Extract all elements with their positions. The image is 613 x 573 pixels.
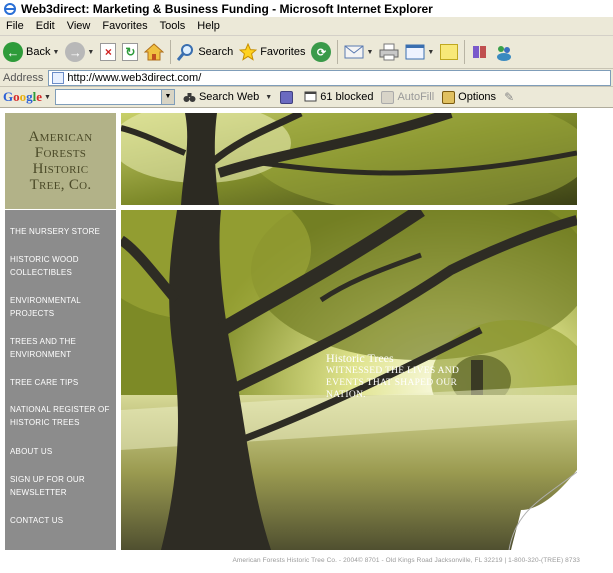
caption-body: witnessed the lives and events that shap… (326, 366, 460, 400)
chevron-down-icon[interactable]: ▼ (52, 49, 59, 56)
history-icon: ⟳ (311, 42, 332, 62)
menu-help[interactable]: Help (191, 20, 226, 32)
search-icon (177, 44, 194, 61)
nav-tree-care-tips[interactable]: Tree Care Tips (10, 376, 114, 389)
note-icon (440, 44, 459, 60)
chevron-down-icon[interactable]: ▼ (87, 49, 94, 56)
home-button[interactable] (141, 38, 167, 66)
pencil-icon: ✎ (504, 90, 515, 104)
address-label: Address (3, 71, 44, 84)
hero-caption: Historic Trees witnessed the lives and e… (326, 352, 466, 401)
favorites-button[interactable]: Favorites (236, 38, 308, 66)
google-search-input[interactable]: ▼ (54, 89, 175, 105)
logo-line-2: Forests (34, 145, 87, 161)
research-button[interactable] (468, 38, 492, 66)
logo-line-3: Historic (32, 161, 89, 177)
ie-logo-icon (4, 2, 16, 15)
google-toolbar: Google ▼ ▼ Search Web ▼ 61 blocked AutoF… (0, 87, 613, 108)
mail-icon (344, 45, 364, 59)
popups-blocked-count: 61 blocked (320, 91, 374, 103)
chevron-down-icon[interactable]: ▼ (265, 94, 272, 101)
hero-image-top (121, 113, 577, 205)
google-logo[interactable]: Google (3, 89, 42, 105)
address-bar: Address http://www.web3direct.com/ (0, 69, 613, 87)
chevron-down-icon[interactable]: ▼ (44, 94, 51, 101)
stop-icon: × (100, 43, 117, 61)
nav-historic-wood-collectibles[interactable]: Historic Wood Collectibles (10, 253, 114, 279)
autofill-button[interactable]: AutoFill (381, 90, 435, 104)
logo-line-4: Tree, Co. (29, 177, 92, 193)
search-web-button[interactable]: Search Web ▼ (183, 91, 272, 104)
history-button[interactable]: ⟳ (308, 38, 334, 66)
research-icon (473, 46, 487, 58)
stop-button[interactable]: × (97, 38, 119, 66)
autofill-icon (381, 90, 395, 104)
menu-favorites[interactable]: Favorites (96, 20, 153, 32)
standard-toolbar: ← Back ▼ → ▼ × ↻ Search Favorites ⟳ ▼ ▼ (0, 36, 613, 69)
search-label: Search (198, 46, 234, 58)
back-button[interactable]: ← Back ▼ (0, 38, 62, 66)
edit-button[interactable]: ▼ (402, 38, 437, 66)
back-arrow-icon: ← (3, 42, 23, 62)
back-label: Back (26, 46, 51, 58)
home-icon (144, 43, 165, 61)
binoculars-icon (183, 92, 196, 102)
discuss-button[interactable] (437, 38, 461, 66)
caption-heading: Historic Trees (326, 351, 394, 365)
forward-button[interactable]: → ▼ (62, 38, 97, 66)
menu-bar: File Edit View Favorites Tools Help (0, 17, 613, 36)
toolbar-separator (337, 40, 339, 64)
search-history-dropdown[interactable]: ▼ (160, 90, 174, 104)
nav-newsletter-signup[interactable]: Sign Up for our Newsletter (10, 473, 114, 499)
star-icon (239, 43, 258, 61)
browser-window: Web3direct: Marketing & Business Funding… (0, 0, 613, 573)
menu-edit[interactable]: Edit (30, 20, 61, 32)
site-nav: The Nursery Store Historic Wood Collecti… (5, 210, 116, 550)
toolbar-separator (170, 40, 172, 64)
search-button[interactable]: Search (174, 38, 236, 66)
options-label: Options (458, 91, 497, 103)
page-icon (52, 71, 65, 84)
messenger-icon (497, 46, 512, 61)
logo-line-1: American (28, 129, 93, 145)
pagerank-button[interactable] (280, 90, 296, 104)
site-footer: American Forests Historic Tree Co. - 200… (232, 557, 580, 564)
favorites-label: Favorites (260, 46, 306, 58)
highlight-button[interactable]: ✎ (504, 90, 514, 104)
menu-tools[interactable]: Tools (154, 20, 192, 32)
nav-about-us[interactable]: About Us (10, 445, 114, 458)
options-icon (442, 90, 456, 104)
print-button[interactable] (376, 38, 402, 66)
refresh-icon: ↻ (122, 43, 139, 61)
forward-arrow-icon: → (65, 42, 86, 62)
window-title: Web3direct: Marketing & Business Funding… (21, 1, 433, 16)
web-page: American Forests Historic Tree, Co. THE … (0, 108, 613, 573)
nav-environmental-projects[interactable]: Environmental Projects (10, 294, 114, 320)
popup-blocker-icon (304, 91, 317, 101)
messenger-button[interactable] (492, 38, 516, 66)
nav-trees-and-environment[interactable]: Trees and the Environment (10, 335, 114, 361)
chevron-down-icon[interactable]: ▼ (366, 49, 373, 56)
toolbar-separator (464, 40, 466, 64)
nav-nursery-store[interactable]: The Nursery Store (10, 225, 114, 238)
search-web-label: Search Web (198, 91, 260, 103)
title-bar: Web3direct: Marketing & Business Funding… (0, 0, 613, 17)
menu-view[interactable]: View (61, 20, 97, 32)
site-logo[interactable]: American Forests Historic Tree, Co. (5, 113, 116, 209)
address-url: http://www.web3direct.com/ (67, 71, 202, 84)
options-button[interactable]: Options (442, 90, 497, 104)
chevron-down-icon[interactable]: ▼ (427, 49, 434, 56)
autofill-label: AutoFill (397, 91, 435, 103)
address-input[interactable]: http://www.web3direct.com/ (48, 69, 611, 86)
printer-icon (379, 43, 399, 61)
nav-national-register[interactable]: National Register of Historic Trees (10, 403, 114, 429)
nav-contact-us[interactable]: Contact Us (10, 514, 114, 527)
edit-page-icon (405, 44, 425, 60)
popup-blocker-button[interactable]: 61 blocked (304, 91, 373, 104)
pagerank-icon (280, 90, 294, 104)
refresh-button[interactable]: ↻ (119, 38, 141, 66)
menu-file[interactable]: File (0, 20, 30, 32)
mail-button[interactable]: ▼ (341, 38, 376, 66)
